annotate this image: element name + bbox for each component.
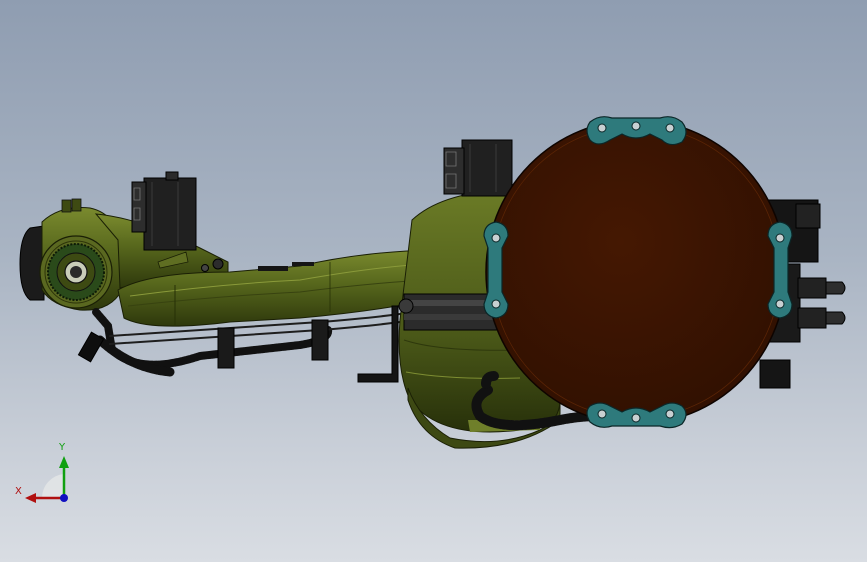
y-axis-label: Y	[59, 442, 66, 453]
reference-triad: X Y	[12, 440, 82, 510]
x-axis-label: X	[15, 486, 22, 497]
z-axis-dot	[60, 494, 68, 502]
motor-cover-disc	[485, 119, 787, 425]
triad-graphic	[25, 456, 69, 503]
base-motor-connector	[443, 139, 513, 197]
cad-model-robot-arm[interactable]	[0, 0, 867, 562]
graphics-viewport[interactable]: X Y	[0, 0, 867, 562]
